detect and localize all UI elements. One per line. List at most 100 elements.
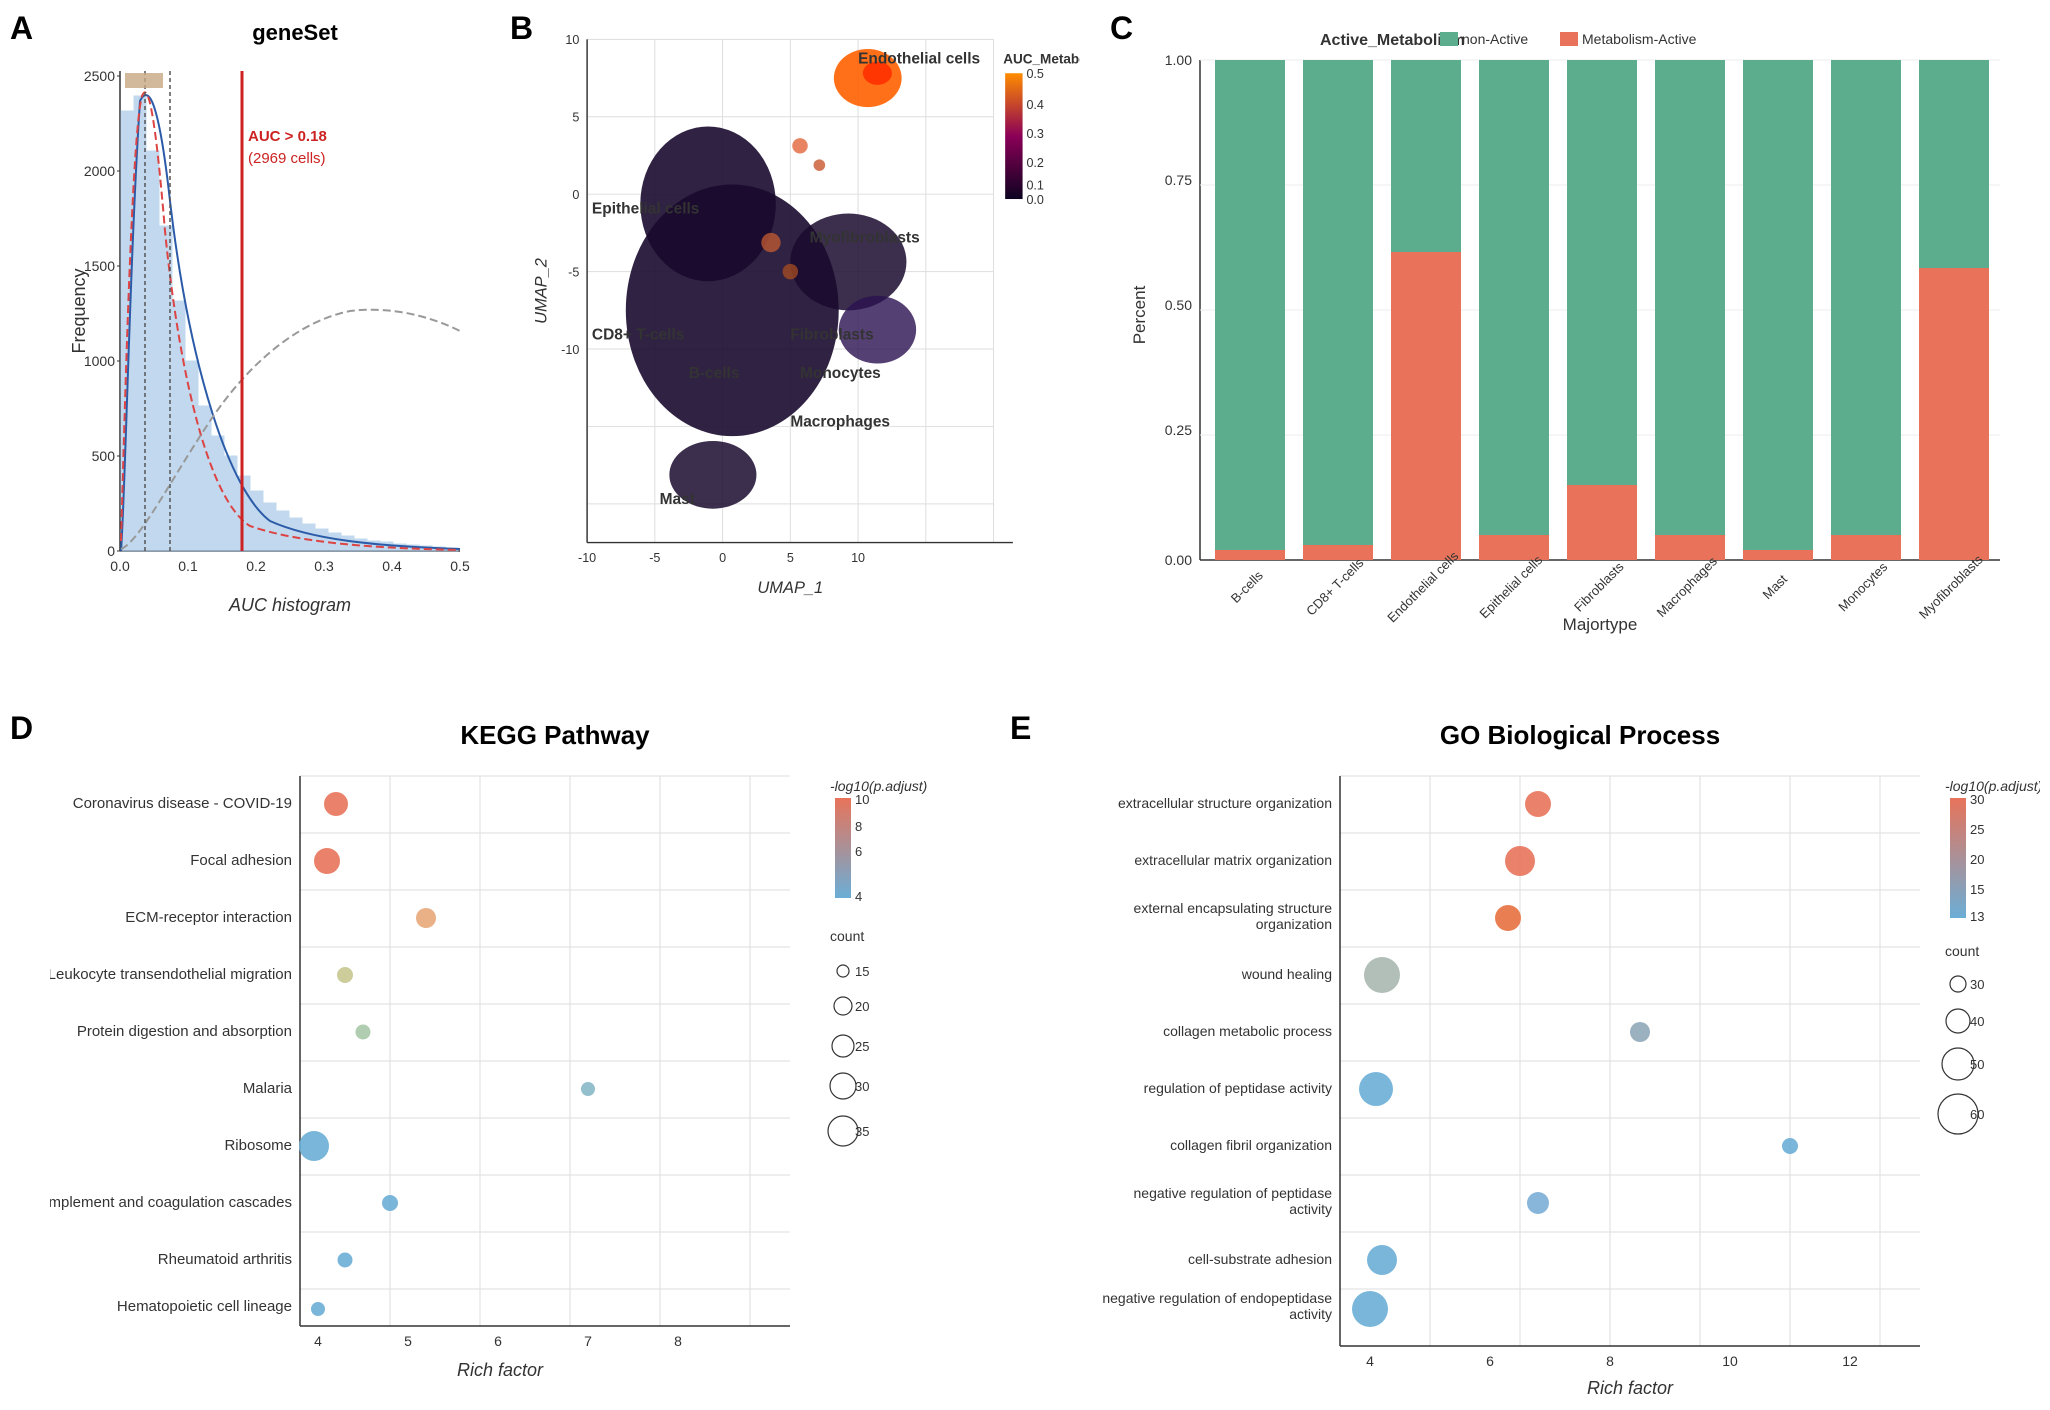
svg-text:Hematopoietic cell lineage: Hematopoietic cell lineage [117, 1298, 292, 1315]
auc-histogram-svg: 0 500 1000 1500 2000 2500 0.0 [70, 51, 470, 631]
svg-text:Metabolism-Active: Metabolism-Active [1582, 31, 1697, 47]
panel-b: B [500, 0, 1100, 700]
svg-text:0.5: 0.5 [1026, 67, 1044, 81]
svg-text:10: 10 [565, 33, 579, 47]
main-container: A geneSet 0 500 1000 1500 2000 2500 [0, 0, 2050, 1410]
svg-text:6: 6 [855, 844, 862, 859]
svg-text:AUC > 0.18: AUC > 0.18 [248, 128, 327, 145]
svg-text:0.75: 0.75 [1165, 172, 1192, 188]
svg-text:Myofibroblasts: Myofibroblasts [1916, 552, 1986, 622]
svg-text:wound healing: wound healing [1241, 966, 1332, 982]
svg-text:Fibroblasts: Fibroblasts [1571, 559, 1627, 615]
svg-text:6: 6 [494, 1333, 502, 1349]
svg-text:40: 40 [1970, 1014, 1984, 1029]
svg-text:5: 5 [572, 111, 579, 125]
svg-text:10: 10 [1722, 1353, 1738, 1369]
chart-area-a: 0 500 1000 1500 2000 2500 0.0 [70, 51, 470, 631]
svg-text:10: 10 [855, 792, 869, 807]
svg-text:collagen fibril organization: collagen fibril organization [1170, 1137, 1332, 1153]
umap-svg: 10 5 0 -5 -10 -10 -5 0 5 10 UMAP_1 UMAP_… [520, 20, 1080, 620]
svg-text:Malaria: Malaria [243, 1080, 293, 1097]
svg-text:12: 12 [1842, 1353, 1858, 1369]
svg-text:0.1: 0.1 [1026, 178, 1044, 192]
svg-text:(2969 cells): (2969 cells) [248, 150, 326, 167]
svg-text:20: 20 [855, 999, 869, 1014]
svg-text:Leukocyte transendothelial mig: Leukocyte transendothelial migration [50, 966, 292, 983]
svg-text:25: 25 [855, 1039, 869, 1054]
svg-text:Fibroblasts: Fibroblasts [790, 326, 873, 343]
svg-text:activity: activity [1289, 1201, 1332, 1217]
svg-text:4: 4 [314, 1333, 322, 1349]
svg-text:Focal adhesion: Focal adhesion [190, 852, 292, 869]
svg-text:Percent: Percent [1130, 285, 1149, 344]
svg-text:0.1: 0.1 [178, 558, 198, 574]
svg-text:Mast: Mast [660, 491, 695, 508]
svg-text:AUC_Metabolism: AUC_Metabolism [1003, 52, 1080, 67]
svg-text:2000: 2000 [84, 163, 115, 179]
panel-c: C Active_Metabolism non-Active Metabolis… [1100, 0, 2050, 700]
svg-text:0.5: 0.5 [450, 558, 470, 574]
svg-text:activity: activity [1289, 1306, 1332, 1322]
svg-text:1000: 1000 [84, 353, 115, 369]
svg-text:Mast: Mast [1760, 571, 1791, 602]
svg-text:CD8+ T-cells: CD8+ T-cells [1303, 555, 1367, 619]
svg-text:15: 15 [855, 964, 869, 979]
svg-text:-10: -10 [578, 551, 596, 565]
svg-text:ECM-receptor interaction: ECM-receptor interaction [125, 909, 292, 926]
svg-text:13: 13 [1970, 909, 1984, 924]
panel-a-label: A [10, 10, 33, 47]
svg-text:7: 7 [584, 1333, 592, 1349]
panel-e-title: GO Biological Process [1130, 720, 2030, 751]
svg-text:extracellular structure organi: extracellular structure organization [1118, 795, 1332, 811]
svg-text:35: 35 [855, 1124, 869, 1139]
svg-text:0: 0 [572, 188, 579, 202]
svg-text:Rheumatoid arthritis: Rheumatoid arthritis [158, 1251, 292, 1268]
svg-text:0: 0 [107, 543, 115, 559]
svg-text:-log10(p.adjust): -log10(p.adjust) [830, 778, 927, 794]
svg-text:AUC histogram: AUC histogram [228, 595, 351, 615]
svg-text:Macrophages: Macrophages [790, 413, 890, 430]
svg-text:0.2: 0.2 [246, 558, 266, 574]
svg-text:count: count [1945, 943, 1979, 959]
svg-text:UMAP_1: UMAP_1 [757, 579, 823, 597]
svg-text:15: 15 [1970, 882, 1984, 897]
svg-text:Frequency: Frequency [70, 268, 89, 353]
svg-text:0.3: 0.3 [1026, 127, 1044, 141]
svg-text:-5: -5 [649, 551, 660, 565]
svg-text:non-Active: non-Active [1462, 31, 1528, 47]
svg-text:0.0: 0.0 [110, 558, 130, 574]
bottom-row: D KEGG Pathway [0, 700, 2050, 1410]
panel-e-label: E [1010, 710, 1031, 747]
kegg-svg: Coronavirus disease - COVID-19 Focal adh… [50, 756, 1000, 1396]
svg-text:0.25: 0.25 [1165, 422, 1192, 438]
svg-text:count: count [830, 928, 864, 944]
umap-container: 10 5 0 -5 -10 -10 -5 0 5 10 UMAP_1 UMAP_… [520, 20, 1080, 620]
panel-c-svg: Active_Metabolism non-Active Metabolism-… [1120, 20, 2040, 680]
svg-text:30: 30 [1970, 792, 1984, 807]
svg-text:30: 30 [1970, 977, 1984, 992]
svg-text:6: 6 [1486, 1353, 1494, 1369]
svg-text:Endothelial cells: Endothelial cells [858, 51, 980, 68]
svg-text:extracellular matrix organizat: extracellular matrix organization [1134, 852, 1332, 868]
svg-text:Complement and coagulation cas: Complement and coagulation cascades [50, 1194, 292, 1211]
svg-text:25: 25 [1970, 822, 1984, 837]
svg-text:B-cells: B-cells [1228, 567, 1267, 606]
svg-text:Rich factor: Rich factor [457, 1360, 544, 1380]
svg-text:8: 8 [1606, 1353, 1614, 1369]
panel-a-title: geneSet [100, 20, 490, 46]
svg-text:0: 0 [719, 551, 726, 565]
svg-text:0.0: 0.0 [1026, 193, 1044, 207]
svg-text:60: 60 [1970, 1107, 1984, 1122]
svg-text:50: 50 [1970, 1057, 1984, 1072]
svg-text:0.00: 0.00 [1165, 552, 1192, 568]
svg-text:4: 4 [855, 889, 862, 904]
svg-text:1.00: 1.00 [1165, 52, 1192, 68]
svg-text:Macrophages: Macrophages [1654, 553, 1721, 620]
svg-text:Majortype: Majortype [1563, 615, 1638, 634]
svg-text:regulation of peptidase activi: regulation of peptidase activity [1144, 1080, 1332, 1096]
svg-text:Myofibroblasts: Myofibroblasts [810, 230, 920, 247]
top-row: A geneSet 0 500 1000 1500 2000 2500 [0, 0, 2050, 700]
svg-text:500: 500 [92, 448, 116, 464]
svg-text:8: 8 [674, 1333, 682, 1349]
panel-d-title: KEGG Pathway [130, 720, 980, 751]
